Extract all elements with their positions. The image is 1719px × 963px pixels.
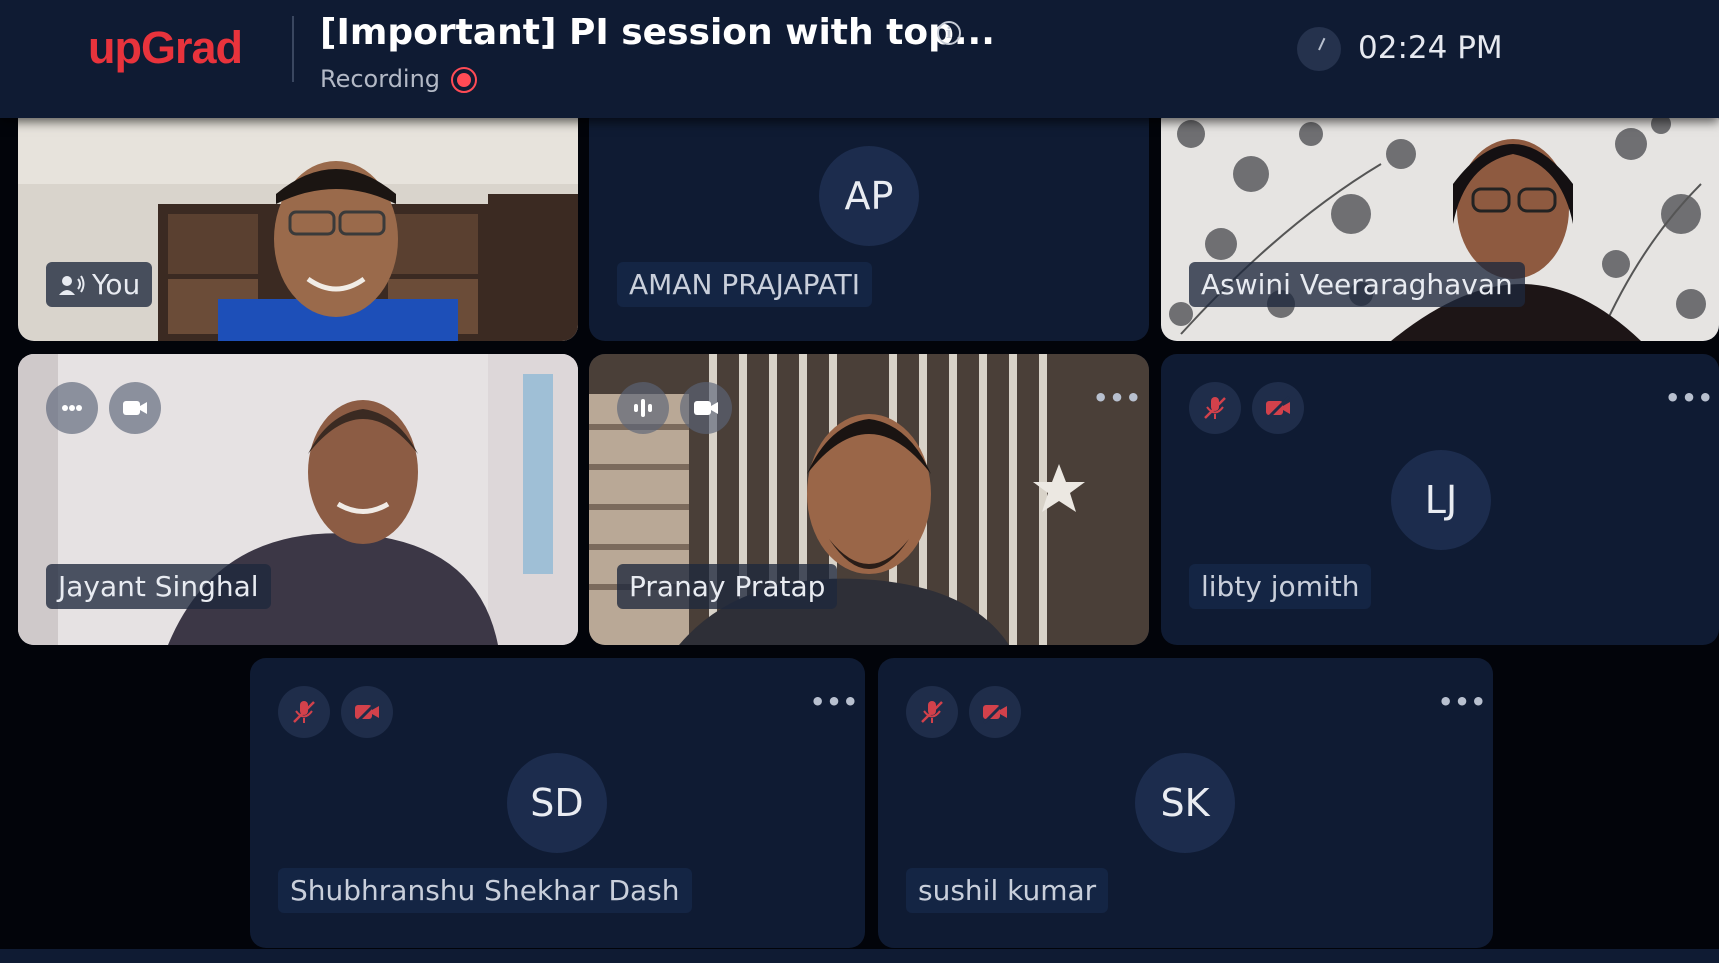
- more-options-icon[interactable]: •••: [1665, 384, 1714, 412]
- participant-name-tag: Jayant Singhal: [46, 564, 271, 609]
- mic-off-icon: [293, 701, 315, 723]
- header-divider: [292, 16, 294, 82]
- mic-active-button[interactable]: [617, 382, 669, 434]
- recording-indicator-icon: [451, 67, 477, 93]
- upgrad-logo: upGrad: [88, 22, 243, 73]
- camera-on-button[interactable]: [680, 382, 732, 434]
- participant-tile-libty-jomith[interactable]: ••• LJ libty jomith: [1161, 354, 1719, 645]
- participant-name-tag: AMAN PRAJAPATI: [617, 262, 873, 307]
- avatar: LJ: [1391, 450, 1491, 550]
- recording-label: Recording: [320, 65, 441, 93]
- meeting-header: upGrad [Important] PI session with top..…: [0, 0, 1719, 118]
- participant-tile-jayant-singhal[interactable]: Jayant Singhal: [18, 354, 578, 645]
- more-options-icon[interactable]: •••: [810, 688, 859, 716]
- participant-tile-shubhranshu-shekhar-dash[interactable]: ••• SD Shubhranshu Shekhar Dash: [250, 658, 865, 948]
- audio-level-icon: [634, 399, 652, 417]
- mic-muted-button[interactable]: [906, 686, 958, 738]
- mic-off-icon: [1204, 397, 1226, 419]
- mic-active-button[interactable]: [46, 382, 98, 434]
- audio-level-icon: [62, 405, 82, 411]
- participant-tile-you[interactable]: You: [18, 104, 578, 341]
- avatar: AP: [819, 146, 919, 246]
- participant-name: You: [92, 268, 141, 301]
- participant-name-tag: Shubhranshu Shekhar Dash: [278, 868, 692, 913]
- participant-name-tag: sushil kumar: [906, 868, 1109, 913]
- more-options-icon[interactable]: •••: [1438, 688, 1487, 716]
- clock-icon: [1297, 27, 1341, 71]
- avatar: SD: [507, 753, 607, 853]
- participant-tile-pranay-pratap[interactable]: ••• Pranay Pratap: [589, 354, 1149, 645]
- session-title: [Important] PI session with top...: [320, 12, 995, 53]
- more-options-icon[interactable]: •••: [1093, 384, 1142, 412]
- camera-off-button[interactable]: [1252, 382, 1304, 434]
- video-off-icon: [1265, 395, 1291, 421]
- participant-tile-aswini-veeraraghavan[interactable]: Aswini Veeraraghavan: [1161, 104, 1719, 341]
- participant-name-tag: libty jomith: [1189, 564, 1372, 609]
- mic-muted-button[interactable]: [278, 686, 330, 738]
- participant-tile-sushil-kumar[interactable]: ••• SK sushil kumar: [878, 658, 1493, 948]
- current-time: 02:24 PM: [1358, 30, 1503, 66]
- video-camera-icon: [123, 401, 147, 415]
- mic-off-icon: [921, 701, 943, 723]
- info-icon[interactable]: i: [937, 21, 961, 45]
- video-off-icon: [982, 699, 1008, 725]
- camera-on-button[interactable]: [109, 382, 161, 434]
- camera-off-button[interactable]: [341, 686, 393, 738]
- participant-name-tag: Pranay Pratap: [617, 564, 838, 609]
- participant-tile-aman-prajapati[interactable]: AP AMAN PRAJAPATI: [589, 104, 1149, 341]
- speaking-icon: [59, 275, 85, 295]
- mic-muted-button[interactable]: [1189, 382, 1241, 434]
- video-off-icon: [354, 699, 380, 725]
- participant-name-tag: Aswini Veeraraghavan: [1189, 262, 1525, 307]
- participant-name-tag: You: [46, 262, 153, 307]
- camera-off-button[interactable]: [969, 686, 1021, 738]
- video-camera-icon: [694, 401, 718, 415]
- bottom-toolbar-edge: [0, 949, 1719, 963]
- avatar: SK: [1135, 753, 1235, 853]
